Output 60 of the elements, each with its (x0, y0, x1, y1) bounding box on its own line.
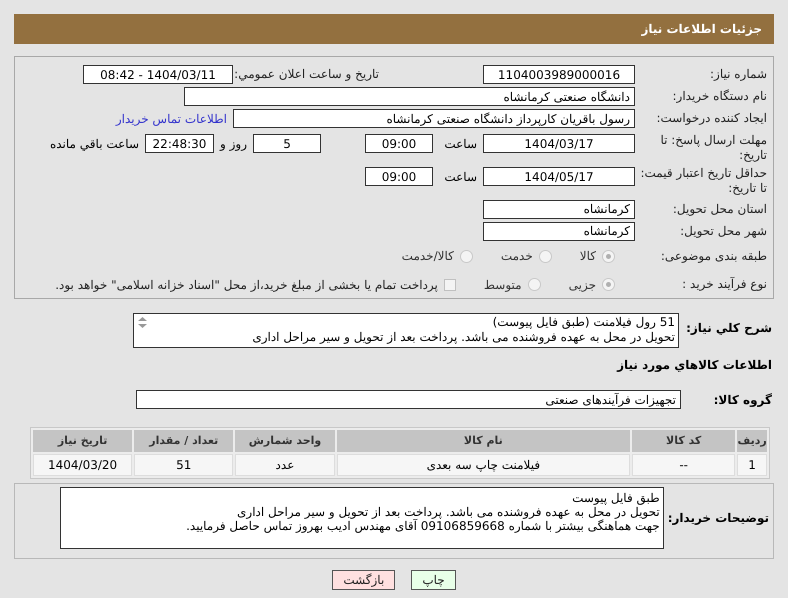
field-label: شماره نیاز: (709, 67, 767, 82)
city-field: کرمانشاه (483, 222, 635, 241)
field-label: مهلت ارسال پاسخ: تا تاریخ: (659, 133, 767, 163)
buyer-contact-link[interactable]: اطلاعات تماس خریدار (116, 110, 227, 128)
table-cell: عدد (235, 454, 335, 476)
radio-label: جزیی (568, 276, 596, 294)
notes-label: توضیحات خریدار: (666, 510, 769, 527)
radio-label: کالا/خدمت (402, 248, 454, 266)
radio-button[interactable] (602, 278, 615, 292)
field-label: طبقه بندی موضوعی: (660, 248, 767, 264)
radio-label: کالا (580, 248, 596, 266)
column-header: نام کالا (336, 430, 630, 452)
description-label: شرح کلي نیاز: (685, 320, 772, 337)
field-label: حداقل تاریخ اعتبار قیمت: تا تاریخ: (639, 166, 767, 196)
creator-field: رسول باقریان کارپرداز دانشگاه صنعتی کرمانشاه (233, 109, 635, 128)
radio-button[interactable] (602, 250, 615, 263)
time-label: ساعت (443, 168, 477, 186)
table-cell: فیلامنت چاپ سه بعدی (336, 454, 630, 476)
scroll-arrows-icon[interactable] (137, 316, 148, 329)
buyer-name-field: دانشگاه صنعتی کرمانشاه (184, 87, 635, 106)
days-label: روز و (220, 136, 247, 152)
time-label: ساعت (443, 136, 477, 152)
radio-label: متوسط (484, 276, 522, 294)
page-title: جزئیات اطلاعات نیاز (641, 21, 762, 38)
field-label: نوع فرآیند خرید : (681, 277, 767, 292)
goods-group-field: تجهیزات فرآیندهای صنعتی (136, 390, 681, 409)
remaining-time-field: 22:48:30 (145, 134, 214, 153)
announce-date-field: 1404/03/11 - 08:42 (83, 65, 233, 84)
table-cell: 1 (737, 454, 767, 476)
table-cell: -- (632, 454, 736, 476)
table-cell: 1404/03/20 (32, 454, 132, 476)
checkbox[interactable] (444, 278, 456, 291)
remaining-label: ساعت باقي مانده (50, 136, 139, 152)
radio-button[interactable] (528, 278, 541, 292)
province-field: کرمانشاه (483, 200, 635, 219)
column-header: واحد شمارش (235, 430, 335, 452)
goods-group-label: گروه کالا: (712, 392, 772, 408)
need-number-field: 1104003989000016 (483, 65, 635, 84)
validity-time-field: 09:00 (365, 167, 433, 186)
radio-button[interactable] (460, 250, 473, 263)
column-header: ردیف (737, 430, 767, 452)
days-field: 5 (253, 134, 321, 153)
validity-date-field: 1404/05/17 (483, 167, 635, 186)
print-button[interactable]: چاپ (411, 570, 456, 590)
table-cell: 51 (134, 454, 234, 476)
field-label: استان محل تحویل: (672, 202, 767, 217)
radio-label: خدمت (500, 248, 533, 266)
column-header: تعداد / مقدار (134, 430, 234, 452)
column-header: کد کالا (632, 430, 736, 452)
back-button[interactable]: بازگشت (332, 570, 396, 590)
field-label: شهر محل تحویل: (679, 224, 767, 239)
goods-heading: اطلاعات کالاهاي مورد نیاز (616, 357, 773, 374)
deadline-date-field: 1404/03/17 (483, 134, 635, 153)
field-label: تاریخ و ساعت اعلان عمومي: (233, 67, 379, 82)
field-label: ایجاد کننده درخواست: (655, 111, 767, 126)
deadline-time-field: 09:00 (365, 134, 433, 153)
column-header: تاریخ نیاز (33, 430, 132, 452)
radio-button[interactable] (538, 250, 552, 263)
field-label: نام دستگاه خریدار: (672, 89, 767, 104)
payment-note: پرداخت تمام یا بخشی از مبلغ خرید،از محل "اسناد خزانه اسلامی" خواهد بود. (55, 276, 438, 294)
